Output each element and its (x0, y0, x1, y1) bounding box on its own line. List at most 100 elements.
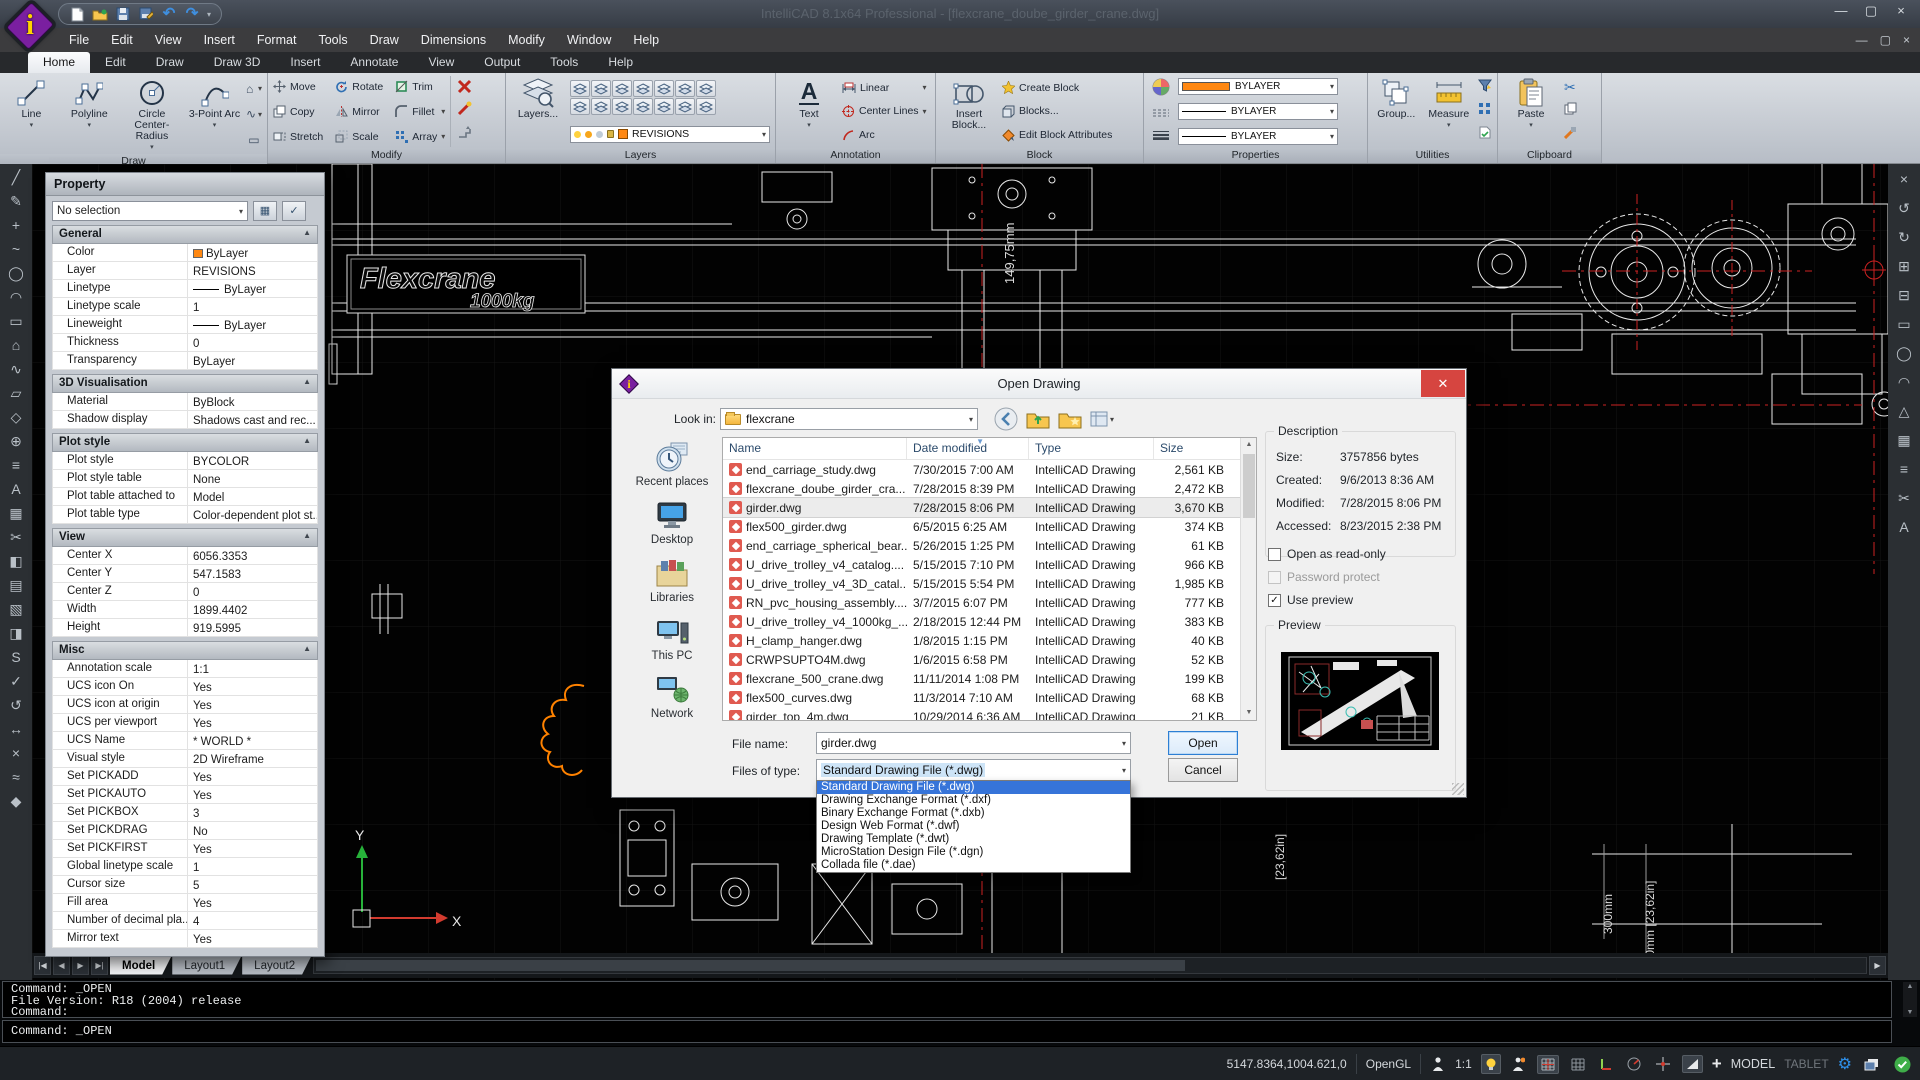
read-only-checkbox[interactable]: Open as read-only (1268, 547, 1386, 561)
first-tab-icon[interactable]: |◀ (34, 956, 51, 975)
tool-icon[interactable]: ~ (4, 240, 28, 258)
title-bar[interactable]: ↶ ↷ ▾ IntelliCAD 8.1x64 Professional - [… (0, 0, 1920, 28)
color-wheel-icon[interactable] (1152, 78, 1170, 101)
place-libraries[interactable]: Libraries (626, 559, 718, 604)
minimize-icon[interactable]: — (1826, 0, 1856, 22)
property-row[interactable]: Set PICKADD Yes (52, 768, 318, 786)
filter-icon[interactable] (1478, 79, 1492, 97)
menu-item[interactable]: Edit (100, 28, 144, 52)
property-row[interactable]: UCS icon at origin Yes (52, 696, 318, 714)
tool-icon[interactable]: ⊟ (1892, 286, 1916, 304)
ribbon-tab[interactable]: Draw (141, 52, 199, 73)
arc-button[interactable]: 3-Point Arc▾ (188, 76, 241, 153)
property-row[interactable]: Set PICKBOX 3 (52, 804, 318, 822)
file-name-input[interactable]: girder.dwg▾ (816, 732, 1131, 754)
lineweight-icon[interactable] (1152, 127, 1170, 145)
views-icon[interactable]: ▾ (1090, 411, 1114, 427)
tool-icon[interactable]: ↻ (1892, 228, 1916, 246)
tool-icon[interactable]: × (1892, 170, 1916, 188)
open-button[interactable]: Open (1168, 731, 1238, 755)
property-row[interactable]: Plot table type Color-dependent plot st.… (52, 506, 318, 524)
rotate-button[interactable]: Rotate (335, 78, 383, 95)
file-row[interactable]: end_carriage_spherical_bear... 5/26/2015… (723, 536, 1256, 555)
type-option[interactable]: Collada file (*.dae) (817, 859, 1130, 872)
file-row[interactable]: U_drive_trolley_v4_catalog.... 5/15/2015… (723, 555, 1256, 574)
file-row[interactable]: H_clamp_hanger.dwg 1/8/2015 1:15 PM Inte… (723, 631, 1256, 650)
ribbon-tab[interactable]: Draw 3D (199, 52, 276, 73)
menu-item[interactable]: Dimensions (410, 28, 497, 52)
ribbon-tab[interactable]: Tools (535, 52, 593, 73)
property-row[interactable]: Plot style BYCOLOR (52, 452, 318, 470)
model-space-toggle[interactable]: MODEL (1731, 1057, 1775, 1071)
file-row[interactable]: flex500_girder.dwg 6/5/2015 6:25 AM Inte… (723, 517, 1256, 536)
layer-tool-button[interactable] (654, 80, 674, 97)
tool-icon[interactable]: × (4, 744, 28, 762)
property-row[interactable]: Material ByBlock (52, 393, 318, 411)
lamp-icon[interactable] (1481, 1054, 1501, 1074)
layer-tool-button[interactable] (654, 98, 674, 115)
renderer-label[interactable]: OpenGL (1366, 1057, 1411, 1071)
property-row[interactable]: Width 1899.4402 (52, 601, 318, 619)
tool-icon[interactable]: ◨ (4, 624, 28, 642)
layout-tab[interactable]: Model (110, 957, 171, 975)
files-of-type-dropdown[interactable]: Standard Drawing File (*.dwg)▾ (816, 759, 1131, 781)
ribbon-tab[interactable]: Annotate (335, 52, 413, 73)
property-row[interactable]: Set PICKDRAG No (52, 822, 318, 840)
selection-dropdown[interactable]: No selection▾ (52, 201, 248, 221)
property-row[interactable]: Cursor size 5 (52, 876, 318, 894)
layer-tool-button[interactable] (570, 98, 590, 115)
copy-button[interactable]: Copy (273, 103, 323, 120)
scroll-up-icon[interactable]: ▲ (1241, 438, 1257, 452)
layer-tool-button[interactable] (591, 80, 611, 97)
tool-icon[interactable]: ✂ (1892, 489, 1916, 507)
column-type[interactable]: Type (1029, 438, 1154, 459)
layer-tool-button[interactable] (696, 80, 716, 97)
dialog-close-icon[interactable]: ✕ (1421, 370, 1465, 397)
file-row[interactable]: U_drive_trolley_v4_3D_catal... 5/15/2015… (723, 574, 1256, 593)
tool-icon[interactable]: A (1892, 518, 1916, 536)
menu-item[interactable]: Window (556, 28, 622, 52)
tool-icon[interactable]: ↺ (1892, 199, 1916, 217)
tool-icon[interactable]: ⊕ (4, 432, 28, 450)
tool-icon[interactable]: ▭ (1892, 315, 1916, 333)
property-row[interactable]: Mirror text Yes (52, 930, 318, 948)
menu-item[interactable]: Insert (193, 28, 246, 52)
column-date-modified[interactable]: ▼Date modified (907, 438, 1029, 459)
property-row[interactable]: Layer REVISIONS (52, 262, 318, 280)
linear-dimension-button[interactable]: Linear▾ (842, 79, 927, 96)
property-row[interactable]: Linetype ByLayer (52, 280, 318, 298)
esnap-target-icon[interactable] (1653, 1055, 1673, 1073)
property-row[interactable]: Linetype scale 1 (52, 298, 318, 316)
layer-tool-button[interactable] (675, 80, 695, 97)
tool-icon[interactable]: ✓ (4, 672, 28, 690)
property-row[interactable]: Center X 6056.3353 (52, 547, 318, 565)
next-tab-icon[interactable]: ▶ (72, 956, 89, 975)
select-entities-icon[interactable]: ▦ (253, 201, 277, 221)
erase-icon[interactable] (457, 79, 472, 99)
property-row[interactable]: UCS icon On Yes (52, 678, 318, 696)
ortho-icon[interactable] (1597, 1056, 1615, 1072)
look-in-dropdown[interactable]: flexcrane▾ (720, 408, 978, 430)
property-row[interactable]: Color ByLayer (52, 244, 318, 262)
file-row[interactable]: flexcrane_500_crane.dwg 11/11/2014 1:08 … (723, 669, 1256, 688)
array-button[interactable]: Array▾ (395, 128, 445, 145)
mdi-close-icon[interactable]: × (1903, 33, 1910, 47)
place-this-pc[interactable]: This PC (626, 617, 718, 662)
layer-tool-button[interactable] (696, 98, 716, 115)
file-row[interactable]: CRWPSUPTO4M.dwg 1/6/2015 6:58 PM Intelli… (723, 650, 1256, 669)
menu-item[interactable]: Help (622, 28, 670, 52)
menu-item[interactable]: Format (246, 28, 308, 52)
close-icon[interactable]: × (1886, 0, 1916, 22)
type-option[interactable]: Binary Exchange Format (*.dxb) (817, 807, 1130, 820)
lwt-icon[interactable] (1682, 1055, 1703, 1073)
password-protect-checkbox[interactable]: Password protect (1268, 570, 1380, 584)
layout-tab[interactable]: Layout1 (172, 957, 241, 975)
property-row[interactable]: Fill area Yes (52, 894, 318, 912)
tool-icon[interactable]: ≡ (4, 456, 28, 474)
layout-tab[interactable]: Layout2 (242, 957, 311, 975)
tool-icon[interactable]: ↺ (4, 696, 28, 714)
file-row[interactable]: girder_top_4m.dwg 10/29/2014 6:36 AM Int… (723, 707, 1256, 721)
file-row[interactable]: flex500_curves.dwg 11/3/2014 7:10 AM Int… (723, 688, 1256, 707)
up-folder-icon[interactable] (1026, 409, 1050, 432)
file-row[interactable]: end_carriage_study.dwg 7/30/2015 7:00 AM… (723, 460, 1256, 479)
